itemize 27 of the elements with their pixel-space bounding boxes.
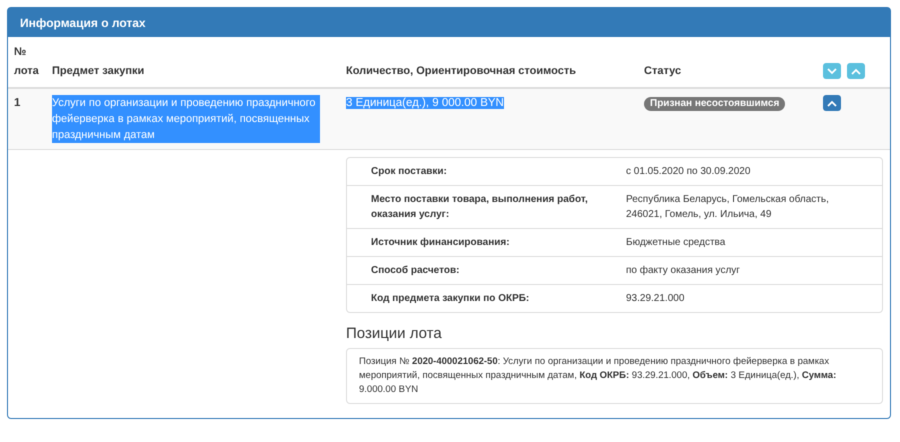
chevron-up-icon [827, 100, 837, 106]
collapse-all-button[interactable] [847, 63, 865, 79]
status-badge: Признан несостоявшимся [644, 97, 786, 111]
table-cell: Услуги по организации и проведению праздничного фейерверка в рамках мероприятий, посвященных праздничным датам [52, 95, 320, 143]
table-cell: 3 Единица(ед.), 9 000.00 BYN [346, 97, 504, 109]
chevron-up-icon [851, 68, 861, 74]
detail-value: 93.29.21.000 [626, 292, 686, 306]
section-title: Позиции лота [346, 325, 443, 342]
chevron-down-icon [827, 68, 837, 74]
panel-title: Информация о лотах [8, 8, 890, 37]
detail-value: Бюджетные средства [626, 236, 726, 250]
detail-label: Код предмета закупки по ОКРБ: [371, 292, 530, 306]
toggle-button[interactable] [823, 95, 841, 111]
expand-all-button[interactable] [823, 63, 841, 79]
column-header: Статус [644, 64, 682, 79]
detail-value: по факту оказания услуг [626, 264, 741, 278]
column-header: Количество, Ориентировочная стоимость [346, 64, 577, 79]
position-text: Позиция № 2020-400021062-50: Услуги по организации и проведению праздничного фейерверка в рамках мероприятий, посвященных праздничным датам, Код ОКРБ: 93.29.21.000, Объем: 3 Единица(ед.), Сумма: 9.000.00 BYN [346, 348, 883, 404]
detail-value: с 01.05.2020 по 30.09.2020 [626, 165, 752, 179]
lot-number: 1 [14, 96, 22, 111]
column-header: № лота [14, 45, 40, 79]
column-header: Предмет закупки [52, 64, 146, 79]
detail-value: Республика Беларусь, Гомельская область, 246021, Гомель, ул. Ильича, 49 [626, 193, 830, 222]
detail-label: Источник финансирования: [371, 236, 511, 250]
detail-label: Срок поставки: [371, 165, 448, 179]
detail-label: Способ расчетов: [371, 264, 460, 278]
detail-label: Место поставки товара, выполнения работ, оказания услуг: [371, 193, 589, 222]
